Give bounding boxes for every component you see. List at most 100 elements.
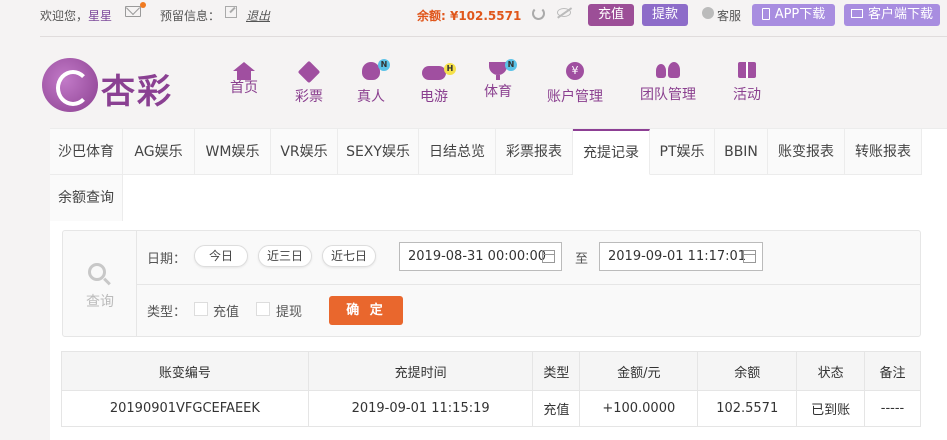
tab-pt[interactable]: PT娱乐 xyxy=(650,129,715,175)
records-table: 账变编号 充提时间 类型 金额/元 余额 状态 备注 20190901VFGCE… xyxy=(61,351,921,427)
nav-lottery[interactable]: 彩票 xyxy=(295,60,323,106)
app-download-button[interactable]: APP下载 xyxy=(752,4,835,26)
nav-activity[interactable]: 活动 xyxy=(733,62,761,104)
tab-sexy[interactable]: SEXY娱乐 xyxy=(338,129,419,175)
client-download-button[interactable]: 客户端下载 xyxy=(844,4,940,26)
cell-transaction-id: 20190901VFGCEFAEEK xyxy=(61,390,309,427)
tab-transfer-report[interactable]: 转账报表 xyxy=(845,129,922,175)
recharge-option-label: 充值 xyxy=(213,305,240,320)
cell-type: 充值 xyxy=(532,390,581,427)
hide-balance-icon[interactable] xyxy=(557,8,571,17)
start-date-input[interactable]: 2019-08-31 00:00:00 xyxy=(399,242,562,271)
home-icon xyxy=(233,62,255,80)
welcome-text: 欢迎您， xyxy=(40,9,89,23)
tab-daily-summary[interactable]: 日结总览 xyxy=(419,129,496,175)
end-date-input[interactable]: 2019-09-01 11:17:01 xyxy=(599,242,763,271)
tab-saba-sports[interactable]: 沙巴体育 xyxy=(50,129,123,175)
recharge-button[interactable]: 充值 xyxy=(588,4,634,26)
nav-live[interactable]: N 真人 xyxy=(357,59,390,106)
nav-team[interactable]: 团队管理 xyxy=(640,62,696,104)
monitor-icon xyxy=(850,9,863,18)
app-download-label: APP下载 xyxy=(774,7,826,22)
live-icon: N xyxy=(362,59,390,80)
client-download-label: 客户端下载 xyxy=(867,7,933,22)
date-label: 日期： xyxy=(147,252,187,267)
col-remark: 备注 xyxy=(864,351,921,391)
tab-lottery-report[interactable]: 彩票报表 xyxy=(496,129,573,175)
nav-account-label: 账户管理 xyxy=(547,89,603,105)
nav-live-label: 真人 xyxy=(357,89,385,105)
col-time: 充提时间 xyxy=(307,351,534,391)
to-label: 至 xyxy=(575,252,589,267)
table-row: 20190901VFGCEFAEEK 2019-09-01 11:15:19 充… xyxy=(61,390,921,427)
calendar-icon[interactable] xyxy=(743,250,756,263)
calendar-icon[interactable] xyxy=(542,250,555,263)
gift-icon xyxy=(738,62,756,78)
cell-balance: 102.5571 xyxy=(697,390,798,427)
start-date-value: 2019-08-31 00:00:00 xyxy=(408,249,547,264)
nav-account[interactable]: ¥ 账户管理 xyxy=(547,62,603,106)
recharge-checkbox[interactable] xyxy=(194,302,208,316)
lottery-icon xyxy=(297,60,321,84)
cell-time: 2019-09-01 11:15:19 xyxy=(307,390,534,427)
withdraw-checkbox[interactable] xyxy=(256,302,270,316)
tab-vr[interactable]: VR娱乐 xyxy=(271,129,338,175)
nav-sports-label: 体育 xyxy=(484,84,512,100)
last-7-days-button[interactable]: 近七日 xyxy=(322,245,376,267)
refresh-icon[interactable] xyxy=(532,7,545,20)
trophy-icon: N xyxy=(489,59,517,80)
top-bar: 欢迎您， 星星 预留信息： 退出 余额: ¥102.5571 充值 提款 客服 … xyxy=(0,0,947,30)
withdraw-option-label: 提现 xyxy=(276,305,303,320)
nav-egame-label: 电游 xyxy=(420,89,448,105)
account-icon: ¥ xyxy=(566,62,584,80)
tab-ag[interactable]: AG娱乐 xyxy=(123,129,195,175)
customer-service-icon[interactable] xyxy=(702,7,714,19)
query-side: 查询 xyxy=(63,231,137,336)
last-3-days-button[interactable]: 近三日 xyxy=(258,245,312,267)
logo-text[interactable]: 杏彩 xyxy=(101,64,173,113)
username[interactable]: 星星 xyxy=(88,7,112,24)
tab-bbin[interactable]: BBIN xyxy=(715,129,768,175)
edit-icon[interactable] xyxy=(225,6,237,18)
nav-home[interactable]: 首页 xyxy=(230,62,258,97)
cell-amount: +100.0000 xyxy=(579,390,699,427)
withdraw-button[interactable]: 提款 xyxy=(642,4,688,26)
customer-service-link[interactable]: 客服 xyxy=(717,7,741,24)
col-type: 类型 xyxy=(532,351,581,391)
cell-status: 已到账 xyxy=(796,390,866,427)
tab-account-change-report[interactable]: 账变报表 xyxy=(768,129,845,175)
tab-balance-query[interactable]: 余额查询 xyxy=(50,175,123,221)
type-label: 类型： xyxy=(147,305,187,320)
logout-link[interactable]: 退出 xyxy=(246,7,270,24)
nav-team-label: 团队管理 xyxy=(640,87,696,103)
header-divider xyxy=(40,36,947,37)
team-icon xyxy=(656,62,680,78)
cell-remark: ----- xyxy=(864,390,921,427)
mail-icon[interactable] xyxy=(125,6,141,17)
unread-dot xyxy=(140,2,146,8)
end-date-value: 2019-09-01 11:17:01 xyxy=(608,249,747,264)
nav-egame[interactable]: H 电游 xyxy=(420,62,456,106)
query-box: 查询 日期： 今日 近三日 近七日 2019-08-31 00:00:00 至 … xyxy=(62,230,921,337)
nav-home-label: 首页 xyxy=(230,80,258,96)
confirm-button[interactable]: 确 定 xyxy=(329,296,403,325)
hot-badge: H xyxy=(444,63,456,75)
filter-divider xyxy=(137,284,921,285)
col-amount: 金额/元 xyxy=(579,351,699,391)
col-status: 状态 xyxy=(796,351,866,391)
new-badge: N xyxy=(378,59,390,71)
balance-display: 余额: ¥102.5571 xyxy=(417,9,522,23)
table-header-row: 账变编号 充提时间 类型 金额/元 余额 状态 备注 xyxy=(61,351,921,391)
col-transaction-id: 账变编号 xyxy=(61,351,309,391)
tab-deposit-withdraw[interactable]: 充提记录 xyxy=(573,129,650,175)
gamepad-icon: H xyxy=(422,63,456,80)
query-label: 查询 xyxy=(86,294,114,310)
nav-sports[interactable]: N 体育 xyxy=(484,59,517,101)
tab-wm[interactable]: WM娱乐 xyxy=(195,129,271,175)
reserved-info-label: 预留信息： xyxy=(160,9,221,23)
search-icon xyxy=(88,263,106,281)
new-badge: N xyxy=(505,59,517,71)
phone-icon xyxy=(761,7,770,20)
today-button[interactable]: 今日 xyxy=(194,245,248,267)
logo-emblem[interactable] xyxy=(42,58,98,112)
